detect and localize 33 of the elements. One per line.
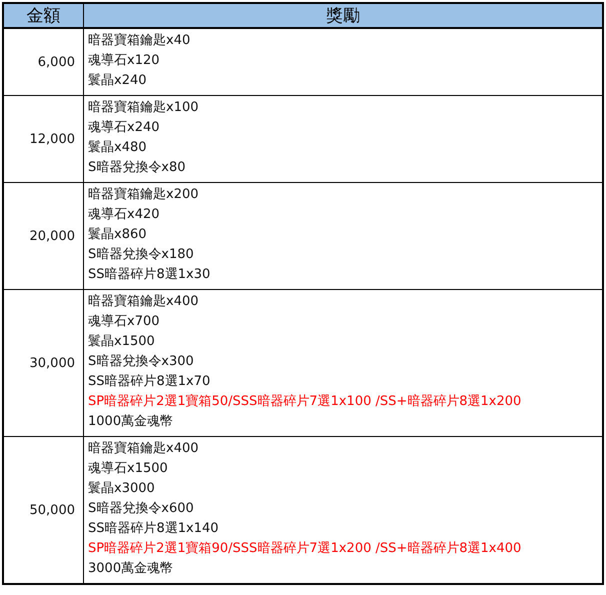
reward-line: SP暗器碎片2選1寶箱90/SSS暗器碎片7選1x200 /SS+暗器碎片8選1x400 [88,540,522,558]
reward-line: SS暗器碎片8選1x70 [88,373,212,391]
amount-cell: 30,000 [30,356,75,370]
reward-line: S暗器兌換令x300 [88,353,195,371]
reward-line: 鬟晶x860 [88,226,148,244]
reward-line: 魂導石x120 [88,52,161,70]
amount-cell: 50,000 [30,502,75,518]
reward-line: SP暗器碎片2選1寶箱50/SSS暗器碎片7選1x100 /SS+暗器碎片8選1x200 [88,393,522,411]
reward-line: 暗器寶箱鑰匙x200 [88,186,200,204]
reward-line: 魂導石x1500 [88,460,169,478]
reward-line: S暗器兌換令x180 [88,246,195,264]
reward-line: S暗器兌換令x80 [88,159,186,177]
reward-line: 鬟晶x240 [88,72,148,90]
reward-line: 鬟晶x1500 [88,333,156,351]
reward-line: 3000萬金魂幣 [88,560,174,578]
column-header: 獎勵 [84,3,603,28]
reward-line: 魂導石x700 [88,313,161,331]
reward-line: 暗器寶箱鑰匙x400 [88,440,200,458]
reward-line: 暗器寶箱鑰匙x40 [88,32,192,50]
reward-line: SS暗器碎片8選1x30 [88,266,212,284]
amount-cell: 6,000 [38,54,75,70]
reward-line: 1000萬金魂幣 [88,413,174,431]
reward-line: S暗器兌換令x600 [88,500,195,518]
column-header: 金額 [3,3,84,28]
amount-cell: 20,000 [30,228,75,244]
reward-line: 鬟晶x3000 [88,480,156,498]
reward-line: 魂導石x240 [88,119,161,137]
amount-cell: 12,000 [30,132,75,146]
reward-line: 鬟晶x480 [88,139,148,157]
reward-line: 暗器寶箱鑰匙x400 [88,293,200,311]
reward-line: 魂導石x420 [88,206,161,224]
reward-line: SS暗器碎片8選1x140 [88,520,220,538]
reward-line: 暗器寶箱鑰匙x100 [88,99,200,117]
